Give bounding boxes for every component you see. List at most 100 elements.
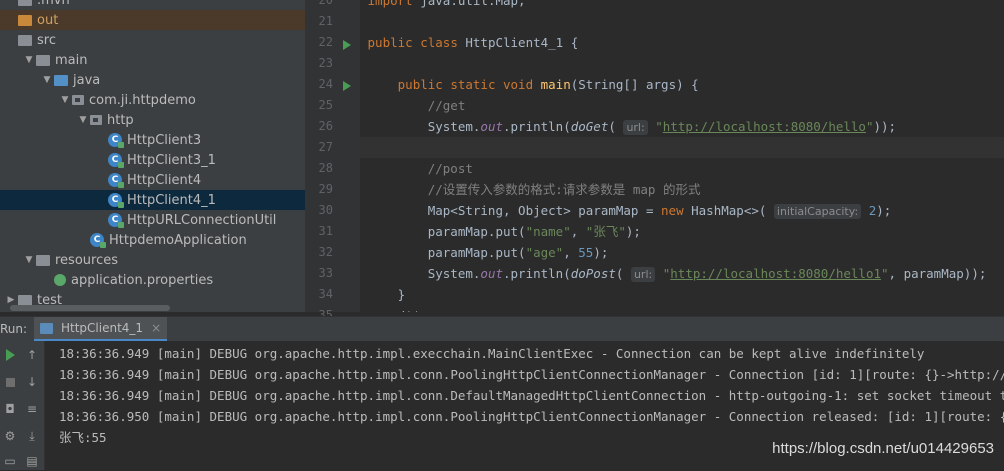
run-main-icon[interactable] [343,81,351,91]
run-tab[interactable]: HttpClient4_1 × [34,317,168,341]
class-icon: C [108,213,124,228]
run-toolbar: ◘ ⚙ ▭ [0,341,20,470]
code-line[interactable]: public class HttpClient4_1 { [360,32,1004,53]
line-number: 22 [318,35,333,49]
console-line: 18:36:36.949 [main] DEBUG org.apache.htt… [59,388,1004,403]
run-tab-label: HttpClient4_1 [61,321,144,335]
line-number: 29 [318,182,333,196]
stop-icon [5,377,15,387]
tree-item-label: out [37,12,59,28]
run-config-icon [40,322,53,334]
line-number: 34 [318,287,333,301]
scroll-down-button[interactable]: ↓ [22,372,42,392]
scroll-up-button[interactable]: ↑ [22,345,42,365]
close-icon[interactable]: × [151,321,161,335]
arrow-down-icon: ↓ [26,375,38,389]
rerun-button[interactable] [0,345,20,365]
tree-item[interactable]: C HttpClient4 [0,170,305,190]
expand-arrow-icon[interactable]: ▼ [22,55,36,65]
line-number: 21 [318,14,333,28]
console-line: 18:36:36.949 [main] DEBUG org.apache.htt… [59,367,1004,382]
tree-item-label: HttpClient4_1 [127,192,216,208]
code-line[interactable]: System.out.println(doGet( url: "http://l… [360,116,1004,137]
properties-icon [51,274,66,288]
expand-arrow-icon[interactable]: ▶ [4,295,18,305]
tree-item[interactable]: ▼ resources [0,250,305,270]
code-line[interactable]: //设置传入参数的格式:请求参数是 map 的形式 [360,179,1004,200]
folder-icon [54,74,68,86]
class-icon: C [108,193,124,208]
camera-button[interactable]: ◘ [0,399,20,419]
code-line[interactable]: /** [360,305,1004,312]
scroll-end-icon: ⤓ [29,428,35,443]
tree-item[interactable]: C HttpClient3_1 [0,150,305,170]
line-number: 28 [318,161,333,175]
tree-item[interactable]: out [0,10,305,30]
gear-icon: ⚙ [4,429,16,443]
run-panel-header: Run: HttpClient4_1 × [0,316,1004,341]
line-number: 32 [318,245,333,259]
console-line: 18:36:36.950 [main] DEBUG org.apache.htt… [59,409,1004,424]
expand-arrow-icon[interactable]: ▼ [58,95,72,105]
code-line[interactable] [360,53,1004,74]
tree-item[interactable]: ▼ com.ji.httpdemo [0,90,305,110]
tree-item-label: main [55,52,88,68]
code-line[interactable]: //post [360,158,1004,179]
package-icon [72,95,84,105]
line-number: 23 [318,56,333,70]
tree-item-label: HttpClient3 [127,132,202,148]
soft-wrap-button[interactable]: ≡ [22,399,42,419]
tree-item[interactable]: ▼ http [0,110,305,130]
tree-item-label: .mvn [37,0,70,8]
printer-icon: ▤ [26,454,38,468]
class-icon: C [108,173,124,188]
print-button[interactable]: ▭ [0,451,20,471]
print-output-button[interactable]: ▤ [22,451,42,471]
tree-item[interactable]: C HttpClient4_1 [0,190,305,210]
package-icon [90,115,102,125]
tree-item-label: application.properties [71,272,214,288]
tree-item[interactable]: application.properties [0,270,305,290]
code-line[interactable]: Map<String, Object> paramMap = new HashM… [360,200,1004,221]
expand-arrow-icon[interactable]: ▼ [76,115,90,125]
tree-item[interactable]: src [0,30,305,50]
code-line[interactable]: //get [360,95,1004,116]
folder-icon [36,254,50,266]
tree-item[interactable]: .mvn [0,0,305,10]
tree-item-label: java [73,72,101,88]
tree-item-label: http [107,112,134,128]
settings-button[interactable]: ⚙ [0,426,20,446]
code-editor[interactable]: import java.util.Map; public class HttpC… [360,0,1004,312]
stop-button[interactable] [0,372,20,392]
scroll-to-end-button[interactable]: ⤓ [22,426,42,446]
tree-item[interactable]: C HttpURLConnectionUtil [0,210,305,230]
tree-item-label: HttpURLConnectionUtil [127,212,277,228]
wrap-icon: ≡ [26,402,38,416]
code-line[interactable] [360,11,1004,32]
tree-item-label: HttpClient4 [127,172,202,188]
code-line[interactable]: System.out.println(doPost( url: "http://… [360,263,1004,284]
expand-arrow-icon[interactable]: ▼ [40,75,54,85]
tree-item-label: resources [55,252,119,268]
code-line[interactable]: import java.util.Map; [360,0,1004,11]
tree-item[interactable]: C HttpdemoApplication [0,230,305,250]
run-toolbar-secondary: ↑ ↓ ≡ ⤓ ▤ [20,341,45,470]
line-number: 25 [318,98,333,112]
tree-scrollbar[interactable] [10,305,170,311]
class-icon: C [90,233,106,248]
code-line[interactable]: } [360,284,1004,305]
line-number: 31 [318,224,333,238]
tree-item-label: src [37,32,56,48]
code-line[interactable]: public static void main(String[] args) { [360,74,1004,95]
code-line[interactable] [360,137,1004,158]
tree-item[interactable]: ▼ java [0,70,305,90]
run-label: Run: [0,322,28,336]
line-number: 26 [318,119,333,133]
run-class-icon[interactable] [343,40,351,50]
tree-item[interactable]: ▼ main [0,50,305,70]
tree-item[interactable]: C HttpClient3 [0,130,305,150]
code-line[interactable]: paramMap.put("name", "张飞"); [360,221,1004,242]
expand-arrow-icon[interactable]: ▼ [22,255,36,265]
code-line[interactable]: paramMap.put("age", 55); [360,242,1004,263]
folder-icon [18,34,32,46]
